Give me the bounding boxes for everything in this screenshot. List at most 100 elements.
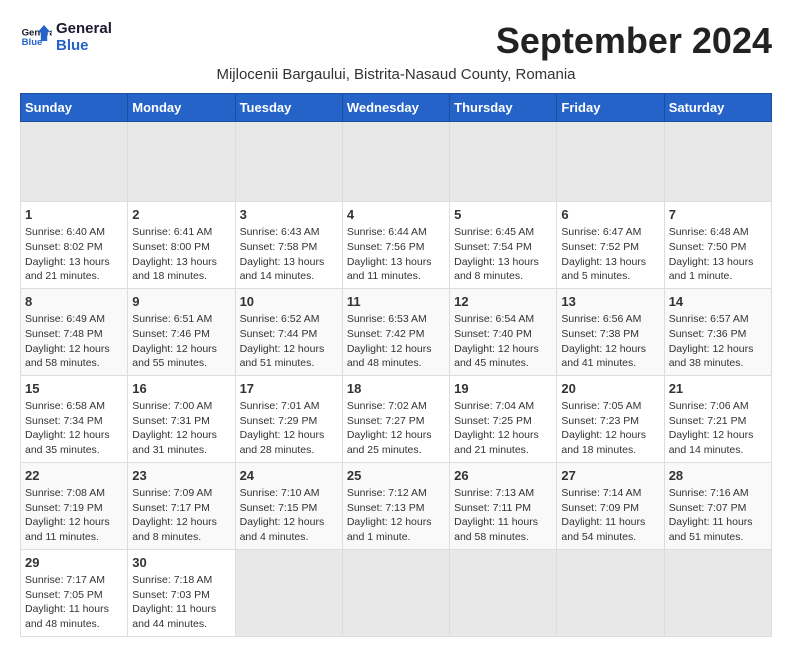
calendar-cell: 6Sunrise: 6:47 AMSunset: 7:52 PMDaylight… (557, 202, 664, 289)
day-info: Sunrise: 7:05 AM (561, 399, 659, 414)
day-number: 6 (561, 206, 659, 224)
day-info: Sunset: 8:00 PM (132, 240, 230, 255)
day-info: Sunset: 7:09 PM (561, 501, 659, 516)
day-info: Daylight: 11 hours and 54 minutes. (561, 515, 659, 544)
day-info: Sunrise: 7:14 AM (561, 486, 659, 501)
day-info: Sunset: 7:54 PM (454, 240, 552, 255)
calendar-cell: 28Sunrise: 7:16 AMSunset: 7:07 PMDayligh… (664, 462, 771, 549)
day-info: Sunrise: 7:01 AM (240, 399, 338, 414)
day-info: Sunset: 7:23 PM (561, 414, 659, 429)
logo-general: General (56, 20, 112, 37)
day-info: Sunrise: 6:43 AM (240, 225, 338, 240)
logo-blue: Blue (56, 37, 112, 54)
logo-icon: General Blue (20, 21, 52, 53)
day-info: Sunset: 7:05 PM (25, 588, 123, 603)
day-info: Sunset: 7:19 PM (25, 501, 123, 516)
day-info: Sunrise: 6:58 AM (25, 399, 123, 414)
day-info: Sunrise: 6:53 AM (347, 312, 445, 327)
day-info: Sunset: 7:29 PM (240, 414, 338, 429)
day-info: Sunrise: 7:00 AM (132, 399, 230, 414)
day-number: 24 (240, 467, 338, 485)
calendar-cell: 12Sunrise: 6:54 AMSunset: 7:40 PMDayligh… (450, 288, 557, 375)
header: General Blue General Blue September 2024 (20, 20, 772, 62)
day-info: Sunrise: 7:17 AM (25, 573, 123, 588)
day-number: 17 (240, 380, 338, 398)
day-info: Daylight: 12 hours and 58 minutes. (25, 342, 123, 371)
day-info: Daylight: 13 hours and 5 minutes. (561, 255, 659, 284)
logo: General Blue General Blue (20, 20, 112, 54)
day-info: Daylight: 12 hours and 41 minutes. (561, 342, 659, 371)
calendar-cell: 26Sunrise: 7:13 AMSunset: 7:11 PMDayligh… (450, 462, 557, 549)
day-info: Sunset: 7:40 PM (454, 327, 552, 342)
calendar-cell (342, 549, 449, 636)
location-subtitle: Mijlocenii Bargaului, Bistrita-Nasaud Co… (20, 66, 772, 83)
day-number: 20 (561, 380, 659, 398)
day-number: 3 (240, 206, 338, 224)
calendar-cell: 3Sunrise: 6:43 AMSunset: 7:58 PMDaylight… (235, 202, 342, 289)
day-info: Daylight: 12 hours and 45 minutes. (454, 342, 552, 371)
day-number: 4 (347, 206, 445, 224)
day-info: Sunset: 7:42 PM (347, 327, 445, 342)
calendar-cell: 24Sunrise: 7:10 AMSunset: 7:15 PMDayligh… (235, 462, 342, 549)
day-info: Daylight: 12 hours and 55 minutes. (132, 342, 230, 371)
day-info: Sunrise: 6:57 AM (669, 312, 767, 327)
day-info: Daylight: 12 hours and 31 minutes. (132, 428, 230, 457)
day-info: Sunrise: 6:52 AM (240, 312, 338, 327)
day-header-wednesday: Wednesday (342, 94, 449, 122)
day-header-friday: Friday (557, 94, 664, 122)
day-info: Daylight: 13 hours and 11 minutes. (347, 255, 445, 284)
calendar-cell (557, 122, 664, 202)
calendar-cell: 27Sunrise: 7:14 AMSunset: 7:09 PMDayligh… (557, 462, 664, 549)
calendar-cell: 25Sunrise: 7:12 AMSunset: 7:13 PMDayligh… (342, 462, 449, 549)
day-info: Daylight: 13 hours and 1 minute. (669, 255, 767, 284)
day-info: Sunrise: 7:18 AM (132, 573, 230, 588)
day-number: 11 (347, 293, 445, 311)
day-number: 23 (132, 467, 230, 485)
day-info: Daylight: 12 hours and 14 minutes. (669, 428, 767, 457)
calendar-cell: 16Sunrise: 7:00 AMSunset: 7:31 PMDayligh… (128, 375, 235, 462)
calendar-cell: 7Sunrise: 6:48 AMSunset: 7:50 PMDaylight… (664, 202, 771, 289)
day-info: Sunset: 7:25 PM (454, 414, 552, 429)
day-number: 7 (669, 206, 767, 224)
day-info: Sunrise: 6:45 AM (454, 225, 552, 240)
day-info: Daylight: 12 hours and 28 minutes. (240, 428, 338, 457)
calendar-cell: 11Sunrise: 6:53 AMSunset: 7:42 PMDayligh… (342, 288, 449, 375)
day-header-monday: Monday (128, 94, 235, 122)
day-info: Sunset: 7:17 PM (132, 501, 230, 516)
day-info: Daylight: 12 hours and 38 minutes. (669, 342, 767, 371)
day-number: 21 (669, 380, 767, 398)
day-info: Daylight: 12 hours and 25 minutes. (347, 428, 445, 457)
day-info: Daylight: 12 hours and 35 minutes. (25, 428, 123, 457)
day-info: Sunrise: 6:51 AM (132, 312, 230, 327)
day-info: Sunrise: 7:08 AM (25, 486, 123, 501)
day-number: 2 (132, 206, 230, 224)
day-info: Daylight: 13 hours and 14 minutes. (240, 255, 338, 284)
day-info: Sunrise: 6:56 AM (561, 312, 659, 327)
day-info: Sunset: 7:15 PM (240, 501, 338, 516)
calendar-cell: 20Sunrise: 7:05 AMSunset: 7:23 PMDayligh… (557, 375, 664, 462)
calendar-cell: 2Sunrise: 6:41 AMSunset: 8:00 PMDaylight… (128, 202, 235, 289)
day-number: 1 (25, 206, 123, 224)
day-info: Sunrise: 6:41 AM (132, 225, 230, 240)
calendar-table: SundayMondayTuesdayWednesdayThursdayFrid… (20, 93, 772, 637)
day-info: Sunset: 7:50 PM (669, 240, 767, 255)
day-number: 28 (669, 467, 767, 485)
day-info: Sunrise: 6:44 AM (347, 225, 445, 240)
day-info: Daylight: 13 hours and 18 minutes. (132, 255, 230, 284)
day-info: Sunrise: 6:54 AM (454, 312, 552, 327)
day-number: 14 (669, 293, 767, 311)
day-info: Sunrise: 6:49 AM (25, 312, 123, 327)
day-info: Daylight: 12 hours and 18 minutes. (561, 428, 659, 457)
day-info: Sunrise: 7:04 AM (454, 399, 552, 414)
calendar-cell (450, 549, 557, 636)
calendar-cell: 14Sunrise: 6:57 AMSunset: 7:36 PMDayligh… (664, 288, 771, 375)
calendar-cell (235, 122, 342, 202)
calendar-cell: 18Sunrise: 7:02 AMSunset: 7:27 PMDayligh… (342, 375, 449, 462)
day-info: Daylight: 12 hours and 11 minutes. (25, 515, 123, 544)
calendar-cell: 4Sunrise: 6:44 AMSunset: 7:56 PMDaylight… (342, 202, 449, 289)
calendar-cell: 15Sunrise: 6:58 AMSunset: 7:34 PMDayligh… (21, 375, 128, 462)
day-info: Sunset: 7:58 PM (240, 240, 338, 255)
calendar-cell (235, 549, 342, 636)
calendar-container: General Blue General Blue September 2024… (20, 20, 772, 637)
day-header-saturday: Saturday (664, 94, 771, 122)
